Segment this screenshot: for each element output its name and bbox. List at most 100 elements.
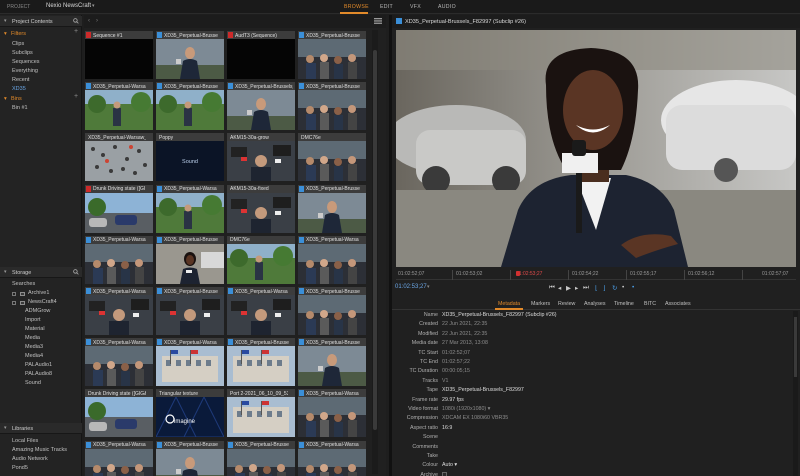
video-frame[interactable]	[396, 30, 796, 267]
storage-item-newscraft4[interactable]: NewsCraft4	[28, 299, 57, 305]
bins-chevron-icon[interactable]: ▾	[4, 96, 7, 102]
clip-tile[interactable]: XD35_Perpetual-Brussels_F	[227, 82, 295, 131]
metadata-value[interactable]: 00:00:05;15	[442, 368, 470, 374]
storage-header[interactable]: ▾ Storage	[0, 267, 82, 278]
clip-tile[interactable]: XD35_Perpetual-Warsa	[156, 338, 224, 387]
clip-tile[interactable]: Port 2-2021_06_10_09_53	[227, 389, 295, 438]
libraries-header[interactable]: ▾ Libraries	[0, 423, 82, 434]
clip-tile[interactable]: XD35_Perpetual-Brusse	[298, 338, 366, 387]
forward-icon[interactable]: ›	[96, 18, 98, 24]
metadata-value[interactable]: 22 Jun 2021, 22:35	[442, 321, 487, 327]
metadata-value[interactable]: XDCAM EX 1080i60 VBR35	[442, 415, 508, 421]
clip-tile[interactable]: XD35_Perpetual-Warsaw_F	[85, 133, 153, 182]
playhead[interactable]	[516, 271, 520, 276]
clip-tile[interactable]: Poppy Sound	[156, 133, 224, 182]
tab-audio[interactable]: AUDIO	[438, 4, 456, 10]
clip-tile[interactable]: DMC76e	[298, 133, 366, 182]
clip-tile[interactable]: XD35_Perpetual-Brusse	[156, 440, 224, 476]
step-forward-icon[interactable]: ▸	[575, 284, 578, 292]
storage-item-media[interactable]: Media	[25, 335, 40, 341]
clip-tile[interactable]: XD35_Perpetual-Brusse	[156, 235, 224, 284]
metadata-value[interactable]: 16:9	[442, 425, 452, 431]
tab-markers[interactable]: Markers	[531, 301, 550, 307]
add-filter-icon[interactable]: +	[74, 28, 78, 35]
clip-tile[interactable]: AudT3 (Sequence)	[227, 31, 295, 79]
go-to-start-icon[interactable]: ⏮	[549, 284, 555, 292]
storage-item-admgrow[interactable]: ADMGrow	[25, 308, 50, 314]
clip-tile[interactable]: Sequence #1	[85, 31, 153, 79]
library-item-amazing-music[interactable]: Amazing Music Tracks	[12, 447, 67, 453]
grid-view-icon[interactable]	[374, 18, 382, 24]
add-bin-icon[interactable]: +	[74, 93, 78, 100]
clip-tile[interactable]: XD35_Perpetual-Warsa	[85, 338, 153, 387]
scrollbar-thumb[interactable]	[373, 50, 377, 430]
storage-item-archive1[interactable]: Archive1	[28, 290, 49, 296]
marker-icon[interactable]: •	[622, 284, 624, 291]
tab-review[interactable]: Review	[558, 301, 575, 307]
clip-tile[interactable]: XD35_Perpetual-Brusse	[156, 31, 224, 79]
tab-analyses[interactable]: Analyses	[584, 301, 606, 307]
metadata-checkbox[interactable]	[442, 472, 447, 476]
clip-tile[interactable]: XD35_Perpetual-Brusse	[227, 338, 295, 387]
bins-heading[interactable]: Bins	[11, 96, 22, 102]
tab-associates[interactable]: Associates	[665, 301, 691, 307]
clip-tile[interactable]: XD35_Perpetual-Warsa	[85, 287, 153, 335]
tab-bitc[interactable]: BITC	[644, 301, 656, 307]
chevron-down-icon[interactable]: ▾	[427, 284, 430, 290]
go-to-end-icon[interactable]: ⏭	[583, 284, 589, 292]
clip-tile[interactable]: XD35_Perpetual-Brusse	[156, 82, 224, 131]
library-item-pond5[interactable]: Pond5	[12, 465, 28, 471]
search-icon[interactable]	[73, 18, 79, 24]
storage-item-media3[interactable]: Media3	[25, 344, 43, 350]
clip-tile[interactable]: XD35_Perpetual-Warsa	[298, 235, 366, 284]
storage-item-sound[interactable]: Sound	[25, 380, 41, 386]
storage-item-material[interactable]: Material	[25, 326, 45, 332]
scrollbar-thumb[interactable]	[794, 317, 797, 377]
tab-timeline[interactable]: Timeline	[614, 301, 634, 307]
tab-browse[interactable]: BROWSE	[344, 4, 369, 10]
metadata-value[interactable]: 01:02:57;22	[442, 359, 470, 365]
tab-metadata[interactable]: Metadata	[498, 301, 520, 307]
clip-tile[interactable]: XD35_Perpetual-Warsa	[156, 184, 224, 233]
metadata-value[interactable]: 27 Mar 2013, 13:08	[442, 340, 488, 346]
storage-item-media4[interactable]: Media4	[25, 353, 43, 359]
library-item-audio-network[interactable]: Audio Network	[12, 456, 48, 462]
filters-chevron-icon[interactable]: ▾	[4, 31, 7, 37]
metadata-value[interactable]: XD35_Perpetual-Brussels_F82997 (Subclip …	[442, 312, 557, 318]
metadata-value[interactable]: 29.97 fps	[442, 397, 464, 403]
clip-tile[interactable]: XD35_Perpetual-Brusse	[298, 287, 366, 335]
metadata-value[interactable]: Auto ▾	[442, 462, 457, 468]
clip-tile[interactable]: XD35_Perpetual-Brusse	[298, 82, 366, 131]
filter-everything[interactable]: Everything	[12, 68, 38, 74]
play-icon[interactable]: ▶	[566, 284, 571, 292]
searches-item[interactable]: Searches	[12, 281, 35, 287]
storage-item-palaudio8[interactable]: PALAudio8	[25, 371, 52, 377]
mark-in-icon[interactable]: ⌊	[595, 284, 598, 292]
storage-item-import[interactable]: Import	[25, 317, 41, 323]
clip-tile[interactable]: Drunk Driving state ([GI	[85, 184, 153, 233]
mark-out-icon[interactable]: ⌋	[603, 284, 606, 292]
metadata-value[interactable]: V1	[442, 378, 448, 384]
storage-item-palaudio1[interactable]: PALAudio1	[25, 362, 52, 368]
project-contents-header[interactable]: ▾ Project Contents	[0, 16, 82, 27]
chevron-down-icon[interactable]: ▾	[92, 3, 95, 9]
step-back-icon[interactable]: ◂	[558, 284, 561, 292]
clip-tile[interactable]: XD35_Perpetual-Warsa	[298, 440, 366, 476]
collapse-icon[interactable]: ▾	[4, 269, 7, 275]
metadata-value[interactable]: 1080i (1920x1080) ▾	[442, 406, 490, 412]
filter-clips[interactable]: Clips	[12, 41, 24, 47]
tab-vfx[interactable]: VFX	[410, 4, 421, 10]
audio-icon[interactable]: •	[632, 284, 634, 291]
metadata-value[interactable]: 22 Jun 2021, 22:35	[442, 331, 487, 337]
clip-tile[interactable]: XD35_Perpetual-Brusse	[298, 31, 366, 79]
filter-sequences[interactable]: Sequences	[12, 59, 40, 65]
search-icon[interactable]	[73, 269, 79, 275]
back-icon[interactable]: ‹	[88, 18, 90, 24]
metadata-value[interactable]: 01:02:52;07	[442, 350, 470, 356]
metadata-value[interactable]: XD35_Perpetual-Brussels_F82997	[442, 387, 524, 393]
library-item-local-files[interactable]: Local Files	[12, 438, 38, 444]
metadata-scrollbar[interactable]	[793, 311, 798, 476]
clip-tile[interactable]: XD35_Perpetual-Brusse	[156, 287, 224, 335]
bin-item[interactable]: Bin #1	[12, 105, 28, 111]
expand-icon[interactable]	[12, 301, 16, 305]
